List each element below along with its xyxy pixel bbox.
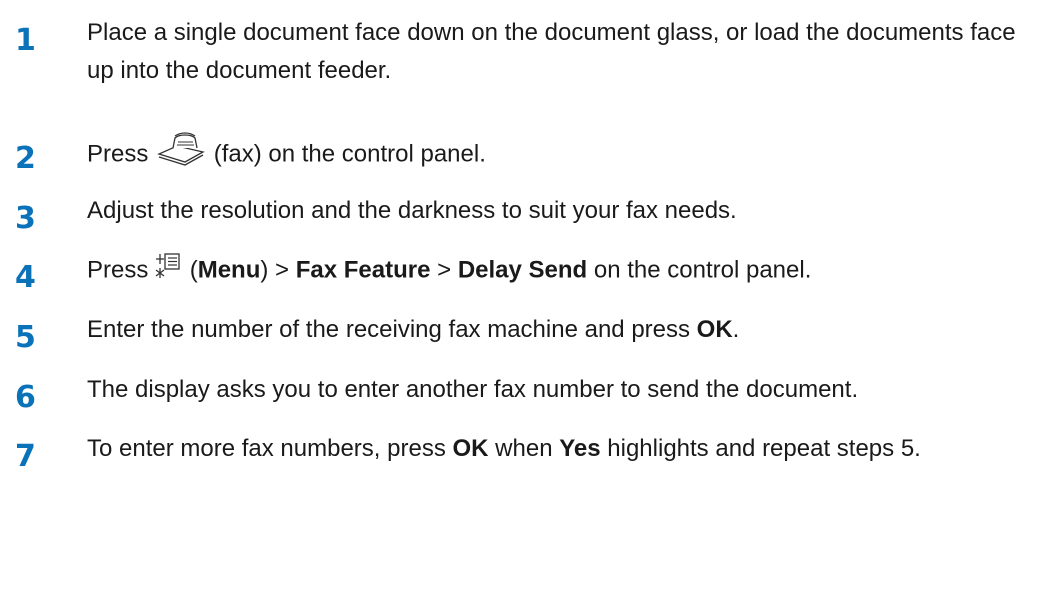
step-number: 2 <box>15 141 36 176</box>
step-number: 4 <box>15 260 36 295</box>
fax-feature-label: Fax Feature <box>295 256 431 284</box>
ok-label: OK <box>696 316 733 343</box>
menu-separator: > <box>437 256 452 284</box>
paren-open: ( <box>189 256 198 284</box>
step-text: To enter more fax numbers, press OK when… <box>87 430 1032 468</box>
step-text: The display asks you to enter another fa… <box>87 376 859 403</box>
ok-label: OK <box>452 435 489 462</box>
step-number: 6 <box>15 380 36 415</box>
step-text-main: Enter the number of the receiving fax ma… <box>87 316 690 343</box>
paren-close: ) <box>260 256 269 284</box>
menu-label: Menu <box>197 256 261 284</box>
menu-icon <box>155 251 183 291</box>
step-text: Place a single document face down on the… <box>87 19 1016 84</box>
yes-label: Yes <box>559 435 601 462</box>
step-number: 1 <box>15 23 36 58</box>
step-text-suffix: on the control panel. <box>593 256 812 284</box>
step-text-part1: To enter more fax numbers, press <box>87 435 446 462</box>
step-number: 5 <box>15 320 36 355</box>
step-number: 7 <box>15 439 36 474</box>
step-text-end: . <box>732 316 740 343</box>
step-text-prefix: Press <box>87 140 149 168</box>
step-text: Press (fax) on the control panel. <box>87 132 1032 178</box>
step-number: 3 <box>15 201 36 236</box>
step-text-part2: when <box>495 435 553 462</box>
menu-separator: > <box>275 256 290 284</box>
step-text-prefix: Press <box>87 256 149 284</box>
step-text-suffix: (fax) on the control panel. <box>213 140 486 168</box>
fax-icon <box>155 132 207 178</box>
step-text: Enter the number of the receiving fax ma… <box>87 311 1032 349</box>
step-text: Press (Menu) > Fax Feature > Delay Send … <box>87 251 1032 291</box>
step-text-part3: highlights and repeat steps 5. <box>607 435 921 462</box>
step-text: Adjust the resolution and the darkness t… <box>87 197 737 224</box>
delay-send-label: Delay Send <box>457 256 588 284</box>
